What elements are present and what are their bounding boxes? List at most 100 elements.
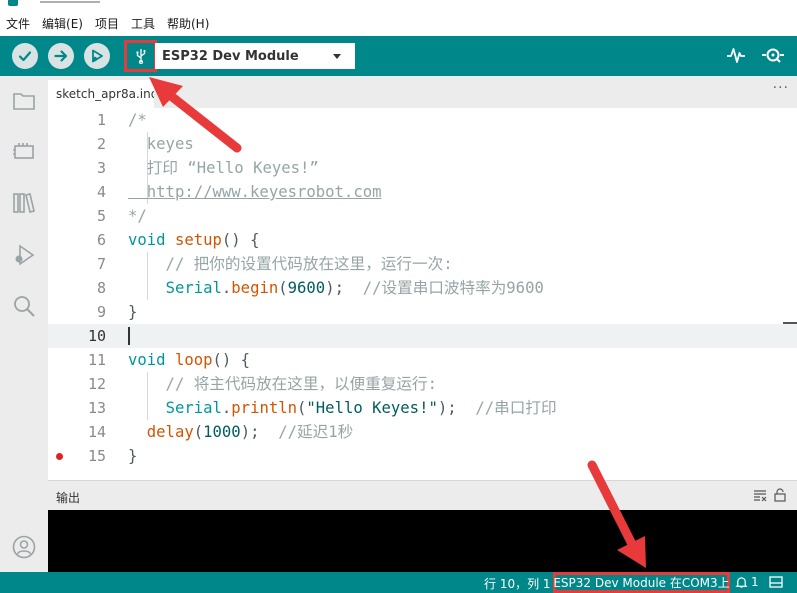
code-line: 7 // 把你的设置代码放在这里，运行一次:	[48, 252, 797, 276]
code-line: 8 Serial.begin(9600); //设置串口波特率为9600	[48, 276, 797, 300]
code-text: void setup() {	[128, 231, 260, 249]
debug-button[interactable]	[84, 43, 110, 69]
line-number: 1	[96, 111, 106, 129]
menu-project[interactable]: 项目	[95, 15, 119, 32]
line-number: 11	[87, 351, 106, 369]
menu-help[interactable]: 帮助(H)	[167, 15, 209, 32]
code-line: 5 */	[48, 204, 797, 228]
code-line-current: 10	[48, 324, 797, 348]
lock-icon[interactable]	[773, 488, 787, 502]
editor-tab-bar: sketch_apr8a.ino ···	[48, 76, 797, 108]
line-number: 2	[96, 135, 106, 153]
line-number: 10	[87, 327, 106, 345]
line-number: 14	[87, 423, 106, 441]
serial-plotter-button[interactable]	[726, 45, 746, 68]
code-text: keyes	[128, 135, 194, 153]
notifications-button[interactable]: 1	[735, 575, 759, 589]
line-number: 13	[87, 399, 106, 417]
text-cursor	[128, 327, 130, 345]
line-number: 6	[96, 231, 106, 249]
code-line: 9 }	[48, 300, 797, 324]
arrow-right-icon	[54, 50, 68, 62]
boards-manager-button[interactable]	[11, 139, 37, 165]
output-panel-header: 输出	[48, 480, 797, 510]
account-icon	[12, 535, 36, 559]
line-number: 5	[96, 207, 106, 225]
serial-monitor-button[interactable]	[760, 45, 786, 68]
output-title: 输出	[56, 491, 81, 505]
pulse-icon	[727, 48, 745, 63]
status-bar: 行 10，列 1 ESP32 Dev Module 在COM3上 1	[0, 572, 797, 593]
code-text: Serial.println("Hello Keyes!"); //串口打印	[165, 399, 557, 417]
board-selector[interactable]: ESP32 Dev Module	[155, 43, 355, 69]
cursor-position: 行 10，列 1	[484, 577, 551, 591]
code-link[interactable]: http://www.keyesrobot.com	[128, 180, 382, 204]
board-icon	[13, 143, 34, 159]
line-number: 15	[87, 447, 106, 465]
menu-bar: 文件 编辑(E) 项目 工具 帮助(H)	[0, 12, 797, 34]
line-number: 8	[96, 279, 106, 297]
line-number: 9	[96, 303, 106, 321]
title-bar	[0, 0, 797, 10]
check-icon	[18, 51, 32, 62]
code-line: 3 打印 “Hello Keyes!”	[48, 156, 797, 180]
output-console[interactable]	[48, 510, 797, 572]
debugger-button[interactable]	[11, 242, 37, 268]
clear-output-icon[interactable]	[753, 488, 767, 502]
code-text: /*	[128, 111, 147, 129]
debug-icon	[92, 49, 103, 63]
code-text: Serial.begin(9600); //设置串口波特率为9600	[165, 279, 544, 297]
line-number: 7	[96, 255, 106, 273]
menu-edit[interactable]: 编辑(E)	[42, 15, 83, 32]
code-line: 13 Serial.println("Hello Keyes!"); //串口打…	[48, 396, 797, 420]
menu-tools[interactable]: 工具	[131, 15, 155, 32]
code-line: 4 http://www.keyesrobot.com	[48, 180, 797, 204]
folder-icon	[13, 93, 35, 110]
verify-button[interactable]	[12, 43, 38, 69]
code-text: */	[128, 207, 147, 225]
left-sidebar	[0, 76, 48, 572]
library-manager-button[interactable]	[11, 190, 37, 216]
code-editor[interactable]: 1 /* 2 keyes 3 打印 “Hello Keyes!” 4 http:…	[48, 108, 797, 478]
line-number: 3	[96, 159, 106, 177]
code-text: 打印 “Hello Keyes!”	[128, 159, 319, 177]
board-port-label: ESP32 Dev Module 在COM3上	[553, 576, 730, 590]
code-line: 2 keyes	[48, 132, 797, 156]
code-text: }	[128, 447, 138, 465]
board-port-status[interactable]: ESP32 Dev Module 在COM3上	[553, 572, 730, 593]
search-icon	[14, 296, 35, 317]
code-line: 15 }	[48, 444, 797, 468]
board-name: ESP32 Dev Module	[162, 48, 299, 64]
usb-icon	[136, 49, 146, 64]
line-number: 4	[96, 183, 106, 201]
library-icon	[13, 193, 35, 213]
tab-sketch-file[interactable]: sketch_apr8a.ino	[48, 80, 154, 108]
magnifier-icon	[762, 48, 784, 63]
line-number: 12	[87, 375, 106, 393]
more-tabs-button[interactable]: ···	[773, 80, 789, 96]
code-line: 14 delay(1000); //延迟1秒	[48, 420, 797, 444]
code-text: // 把你的设置代码放在这里，运行一次:	[128, 255, 453, 273]
bell-icon	[735, 576, 748, 588]
menu-file[interactable]: 文件	[6, 15, 30, 32]
panel-layout-icon	[769, 576, 783, 588]
upload-button[interactable]	[48, 43, 74, 69]
usb-select-button[interactable]	[124, 40, 157, 72]
code-line: 6 void setup() {	[48, 228, 797, 252]
sketchbook-button[interactable]	[11, 88, 37, 114]
notification-count: 1	[751, 575, 759, 589]
search-button[interactable]	[11, 293, 37, 319]
scrollbar-marker[interactable]	[783, 322, 797, 324]
debug-icon	[15, 244, 35, 266]
toggle-panel-button[interactable]	[769, 576, 783, 591]
code-text: }	[128, 303, 138, 321]
code-text: delay(1000); //延迟1秒	[146, 423, 354, 441]
app-logo	[8, 0, 18, 6]
code-text: // 将主代码放在这里，以便重复运行:	[128, 375, 438, 393]
toolbar: ESP32 Dev Module	[0, 36, 797, 76]
window-title-fragment	[40, 0, 100, 3]
code-text: void loop() {	[128, 351, 251, 369]
code-line: 11 void loop() {	[48, 348, 797, 372]
account-button[interactable]	[11, 534, 37, 560]
code-line: 1 /*	[48, 108, 797, 132]
